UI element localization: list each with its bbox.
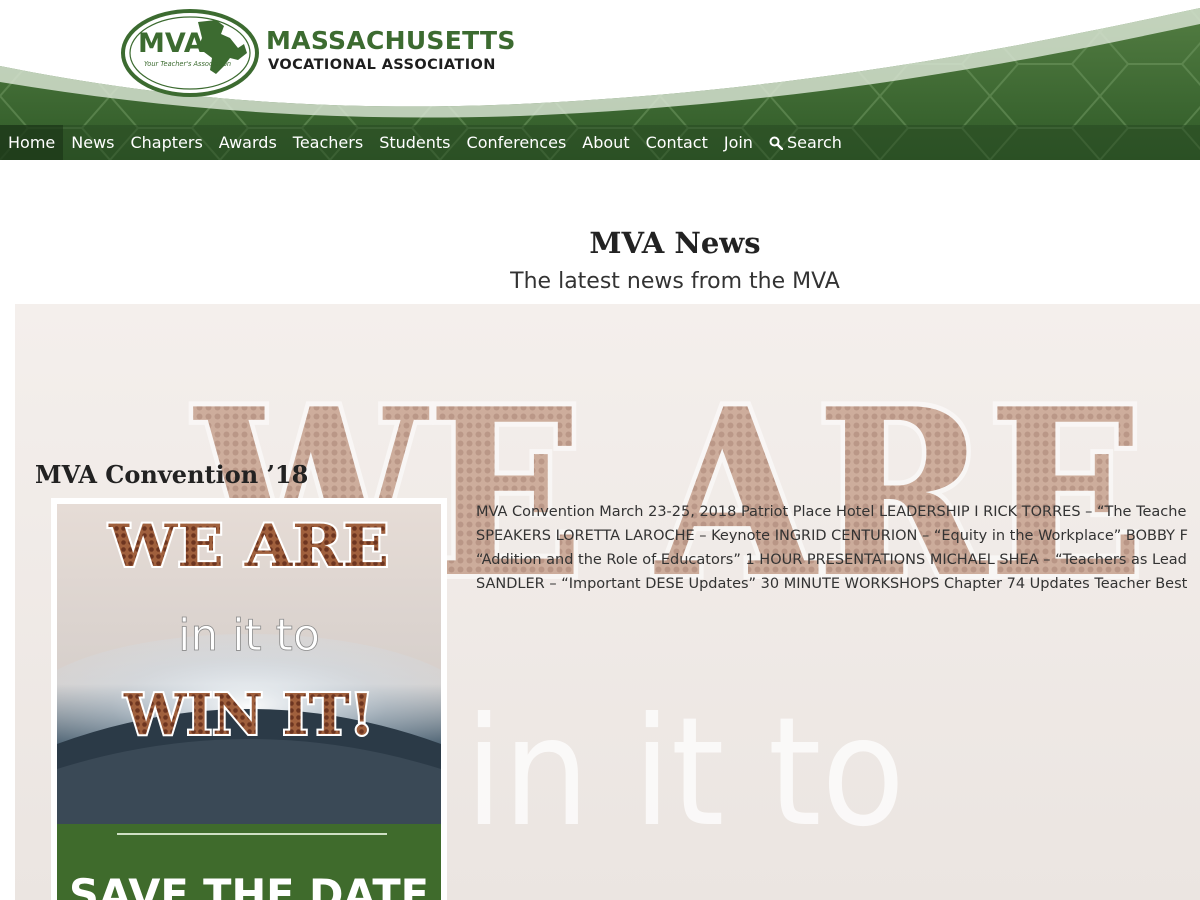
logo-tagline: Your Teacher's Association bbox=[144, 60, 231, 68]
page-subtitle: The latest news from the MVA bbox=[510, 269, 840, 294]
page-title: MVA News bbox=[589, 226, 761, 260]
nav-students[interactable]: Students bbox=[371, 125, 458, 160]
nav-chapters-label: Chapters bbox=[130, 133, 203, 152]
nav-teachers[interactable]: Teachers bbox=[285, 125, 371, 160]
search-icon bbox=[769, 127, 784, 160]
main-nav: Home News Chapters Awards Teachers Stude… bbox=[0, 125, 1200, 160]
nav-chapters[interactable]: Chapters bbox=[122, 125, 210, 160]
excerpt-line-4: SANDLER – “Important DESE Updates” 30 MI… bbox=[476, 576, 1188, 592]
brand-name-line1[interactable]: MASSACHUSETTS bbox=[266, 26, 516, 55]
nav-students-label: Students bbox=[379, 133, 451, 152]
excerpt-line-3: “Addition and the Role of Educators” 1 H… bbox=[476, 552, 1187, 568]
nav-about[interactable]: About bbox=[574, 125, 637, 160]
logo-letters: MVA bbox=[138, 28, 205, 59]
excerpt-line-1: MVA Convention March 23-25, 2018 Patriot… bbox=[476, 504, 1187, 520]
nav-teachers-label: Teachers bbox=[292, 133, 364, 152]
nav-news-label: News bbox=[71, 133, 115, 152]
nav-contact[interactable]: Contact bbox=[638, 125, 716, 160]
site-header: MVA Your Teacher's Association MASSACHUS… bbox=[0, 0, 1200, 160]
featured-post[interactable]: WE ARE in it to MVA Convention ’18 WE AR… bbox=[15, 304, 1200, 900]
nav-contact-label: Contact bbox=[645, 133, 708, 152]
nav-join[interactable]: Join bbox=[716, 125, 761, 160]
background-subline: in it to bbox=[465, 686, 905, 860]
nav-search[interactable]: Search bbox=[761, 125, 850, 160]
thumb-line3: WIN IT! bbox=[123, 682, 374, 748]
post-thumbnail[interactable]: WE ARE in it to WIN IT! SAVE THE DATE bbox=[51, 498, 447, 900]
nav-about-label: About bbox=[582, 133, 630, 152]
brand-name-line2[interactable]: VOCATIONAL ASSOCIATION bbox=[268, 57, 496, 73]
nav-awards[interactable]: Awards bbox=[211, 125, 285, 160]
nav-conferences-label: Conferences bbox=[466, 133, 567, 152]
nav-search-label: Search bbox=[786, 133, 842, 152]
mva-logo[interactable]: MVA Your Teacher's Association bbox=[120, 8, 260, 98]
thumb-line4: SAVE THE DATE bbox=[69, 870, 429, 900]
post-title[interactable]: MVA Convention ’18 bbox=[35, 460, 308, 489]
thumb-line1: WE ARE bbox=[108, 512, 389, 580]
nav-conferences[interactable]: Conferences bbox=[459, 125, 575, 160]
thumb-line2: in it to bbox=[178, 610, 320, 661]
nav-home-label: Home bbox=[8, 133, 56, 152]
nav-news[interactable]: News bbox=[63, 125, 122, 160]
nav-awards-label: Awards bbox=[218, 133, 277, 152]
excerpt-line-2: SPEAKERS LORETTA LAROCHE – Keynote INGRI… bbox=[476, 528, 1188, 544]
post-excerpt: MVA Convention March 23-25, 2018 Patriot… bbox=[476, 500, 1200, 596]
nav-home[interactable]: Home bbox=[0, 125, 64, 160]
nav-join-label: Join bbox=[723, 133, 753, 152]
